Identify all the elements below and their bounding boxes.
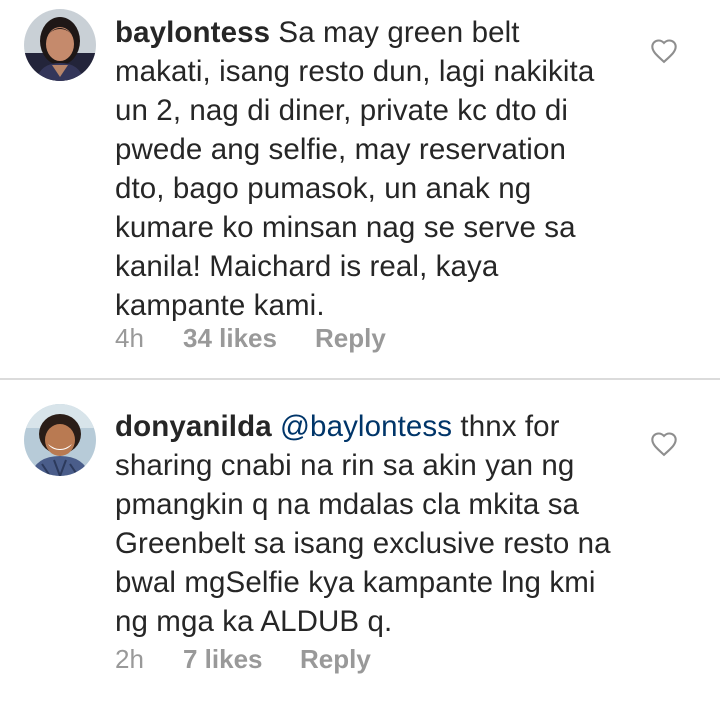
avatar-photo-icon [24, 9, 96, 81]
comment-line: kampante kami. [115, 289, 325, 322]
comment-text: donyanilda @baylontess thnx for sharing … [115, 407, 635, 641]
comment-line: pwede ang selfie, may reservation [115, 133, 566, 166]
comment-divider [0, 378, 720, 380]
avatar[interactable] [24, 404, 96, 476]
comment-line: un 2, nag di diner, private kc dto di [115, 94, 569, 127]
comment-username[interactable]: donyanilda [115, 410, 272, 443]
comment-line: pmangkin q na mdalas cla mkita sa [115, 488, 580, 521]
comment-timestamp: 2h [115, 644, 144, 674]
reply-button[interactable]: Reply [300, 644, 371, 675]
comment-line: ng mga ka ALDUB q. [115, 605, 393, 638]
likes-count[interactable]: 7 likes [183, 644, 263, 675]
comment-text: baylontess Sa may green belt makati, isa… [115, 13, 635, 325]
comment-timestamp: 4h [115, 323, 144, 353]
comment-line: kanila! Maichard is real, kaya [115, 250, 499, 283]
comment-line: makati, isang resto dun, lagi nakikita [115, 55, 595, 88]
comment-line: kumare ko minsan nag se serve sa [115, 211, 576, 244]
avatar-photo-icon [24, 404, 96, 476]
reply-button[interactable]: Reply [315, 323, 386, 354]
comment-line: thnx for [460, 410, 560, 443]
like-heart-icon[interactable] [650, 38, 678, 64]
comment-line: Greenbelt sa isang exclusive resto na [115, 527, 611, 560]
comment-username[interactable]: baylontess [115, 16, 270, 49]
like-heart-icon[interactable] [650, 431, 678, 457]
comment-line: Sa may green belt [278, 16, 520, 49]
comment-line: dto, bago pumasok, un anak ng [115, 172, 532, 205]
comment-line: sharing cnabi na rin sa akin yan ng [115, 449, 575, 482]
avatar[interactable] [24, 9, 96, 81]
comment-line: bwal mgSelfie kya kampante lng kmi [115, 566, 596, 599]
likes-count[interactable]: 34 likes [183, 323, 277, 354]
mention-link[interactable]: @baylontess [280, 410, 452, 443]
